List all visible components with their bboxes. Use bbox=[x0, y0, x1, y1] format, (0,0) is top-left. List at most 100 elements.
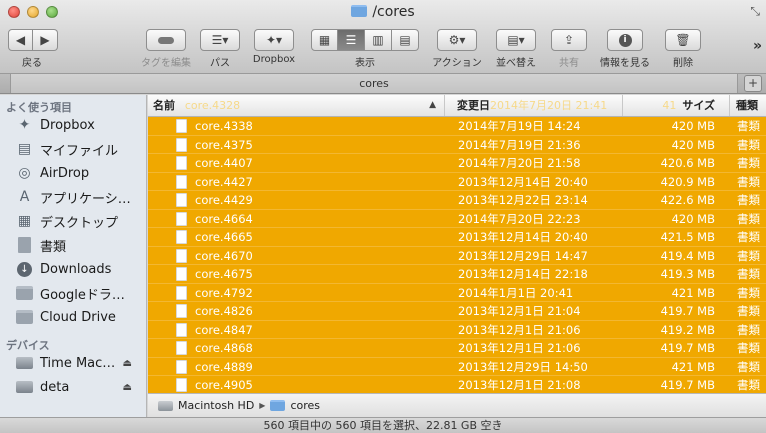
tag-icon bbox=[158, 36, 174, 44]
table-row[interactable]: core.4665 2013年12月14日 20:40 421.5 MB 書類 bbox=[148, 228, 766, 247]
chevron-right-icon: ▶ bbox=[40, 33, 50, 47]
sidebar-item-documents[interactable]: 書類 bbox=[0, 233, 146, 257]
table-row[interactable]: core.4375 2014年7月19日 21:36 420 MB 書類 bbox=[148, 135, 766, 154]
get-info-label: 情報を見る bbox=[600, 58, 650, 69]
file-kind: 書類 bbox=[737, 322, 760, 337]
kind-column-header[interactable]: 種類 bbox=[730, 95, 766, 116]
path-list-icon: ☰▾ bbox=[211, 33, 229, 47]
table-row[interactable]: core.4847 2013年12月1日 21:06 419.2 MB 書類 bbox=[148, 320, 766, 339]
sidebar-item-dropbox[interactable]: ✦ Dropbox bbox=[0, 113, 146, 137]
edit-tags-button[interactable] bbox=[146, 29, 186, 51]
sidebar-item-downloads[interactable]: ↓ Downloads bbox=[0, 257, 146, 281]
sidebar-item-label: 書類 bbox=[40, 239, 67, 255]
fullscreen-icon[interactable]: ⤡ bbox=[750, 4, 760, 19]
sidebar-item-my-files[interactable]: ▤ マイファイル bbox=[0, 137, 146, 161]
table-row[interactable]: core.4407 2014年7月20日 21:58 420.6 MB 書類 bbox=[148, 154, 766, 173]
table-row[interactable]: core.4868 2013年12月1日 21:06 419.7 MB 書類 bbox=[148, 339, 766, 358]
edit-tags-label: タグを編集 bbox=[141, 58, 191, 69]
document-icon bbox=[176, 322, 187, 337]
sidebar-item-desktop[interactable]: ▦ デスクトップ bbox=[0, 209, 146, 233]
file-name: core.4664 bbox=[195, 211, 253, 226]
file-date: 2013年12月1日 21:08 bbox=[458, 378, 581, 392]
file-kind: 書類 bbox=[737, 248, 760, 263]
documents-icon bbox=[16, 237, 33, 254]
sidebar-item-cloud-drive[interactable]: Cloud Drive bbox=[0, 305, 146, 329]
table-row[interactable]: core.4675 2013年12月14日 22:18 419.3 MB 書類 bbox=[148, 265, 766, 284]
table-row[interactable]: core.4429 2013年12月22日 23:14 422.6 MB 書類 bbox=[148, 191, 766, 210]
file-kind: 書類 bbox=[737, 304, 760, 318]
columns-icon: ▥ bbox=[372, 33, 384, 47]
date-column-header[interactable]: 変更日2014年7月20日 21:41 bbox=[445, 95, 623, 116]
file-name: core.4675 bbox=[195, 267, 253, 281]
file-kind: 書類 bbox=[737, 193, 760, 207]
file-size: 421 MB bbox=[671, 359, 715, 374]
sidebar-item-applications[interactable]: A アプリケーシ… bbox=[0, 185, 146, 209]
file-size: 420.9 MB bbox=[660, 174, 715, 189]
document-icon bbox=[176, 248, 187, 263]
sidebar-item-label: AirDrop bbox=[40, 165, 90, 181]
column-view-button[interactable]: ▥ bbox=[365, 29, 392, 51]
table-row[interactable]: core.4664 2014年7月20日 22:23 420 MB 書類 bbox=[148, 209, 766, 228]
table-row[interactable]: core.4889 2013年12月29日 14:50 421 MB 書類 bbox=[148, 357, 766, 376]
gear-icon: ⚙▾ bbox=[448, 33, 466, 47]
document-icon bbox=[176, 230, 187, 244]
file-kind: 書類 bbox=[737, 341, 760, 355]
sidebar-item-deta[interactable]: deta ⏏ bbox=[0, 375, 146, 399]
back-button[interactable]: ◀ bbox=[8, 29, 33, 51]
tab-cores[interactable]: cores bbox=[10, 74, 738, 93]
drag-ghost-name: core.4328 bbox=[184, 99, 241, 112]
tab-bar: cores + bbox=[0, 74, 766, 94]
window-toolbar: /cores ⤡ ◀ ▶ 戻る タグを編集 ☰▾ パス ✦▾ Dropbox ▦… bbox=[0, 0, 766, 74]
applications-icon: A bbox=[19, 189, 30, 205]
disk-icon bbox=[16, 379, 33, 396]
file-name: core.4429 bbox=[195, 193, 253, 207]
table-row[interactable]: core.4670 2013年12月29日 14:47 419.4 MB 書類 bbox=[148, 246, 766, 265]
folder-icon bbox=[16, 285, 33, 302]
file-name: core.4670 bbox=[195, 248, 253, 263]
table-row[interactable]: core.4905 2013年12月1日 21:08 419.7 MB 書類 bbox=[148, 376, 766, 393]
get-info-button[interactable]: i bbox=[607, 29, 643, 51]
document-icon bbox=[176, 341, 187, 355]
name-column-header[interactable]: 名前 core.4328 ▲ bbox=[148, 95, 445, 116]
eject-icon[interactable]: ⏏ bbox=[123, 358, 132, 369]
arrange-group: ▤▾ 並べ替え bbox=[492, 29, 540, 69]
sidebar-item-time-machine[interactable]: Time Mac… ⏏ bbox=[0, 351, 146, 375]
dropbox-button[interactable]: ✦▾ bbox=[254, 29, 294, 51]
table-row[interactable]: core.4826 2013年12月1日 21:04 419.7 MB 書類 bbox=[148, 302, 766, 321]
forward-button[interactable]: ▶ bbox=[33, 29, 58, 51]
sidebar-item-label: アプリケーシ… bbox=[40, 191, 131, 207]
sidebar: よく使う項目 ✦ Dropbox ▤ マイファイル ◎ AirDrop A アプ… bbox=[0, 95, 147, 417]
document-icon bbox=[176, 119, 187, 133]
eject-icon[interactable]: ⏏ bbox=[123, 382, 132, 393]
share-group: ⇪ 共有 bbox=[549, 29, 589, 69]
file-kind: 書類 bbox=[737, 174, 760, 189]
table-row[interactable]: core.4338 2014年7月19日 14:24 420 MB 書類 bbox=[148, 117, 766, 136]
document-icon bbox=[176, 378, 187, 392]
path-folder[interactable]: cores bbox=[290, 399, 320, 412]
file-name: core.4889 bbox=[195, 359, 253, 374]
sidebar-item-airdrop[interactable]: ◎ AirDrop bbox=[0, 161, 146, 185]
toolbar-overflow-icon[interactable]: » bbox=[753, 38, 762, 54]
window-title-text: /cores bbox=[372, 4, 415, 20]
table-row[interactable]: core.4427 2013年12月14日 20:40 420.9 MB 書類 bbox=[148, 172, 766, 191]
file-date: 2014年7月19日 14:24 bbox=[458, 119, 581, 133]
list-view-button[interactable]: ☰ bbox=[338, 29, 365, 51]
file-name: core.4905 bbox=[195, 378, 253, 392]
arrange-button[interactable]: ▤▾ bbox=[496, 29, 536, 51]
path-group: ☰▾ パス bbox=[200, 29, 240, 69]
path-button[interactable]: ☰▾ bbox=[200, 29, 240, 51]
file-list: 名前 core.4328 ▲ 変更日2014年7月20日 21:41 41 サイズ… bbox=[148, 95, 766, 393]
share-button[interactable]: ⇪ bbox=[551, 29, 587, 51]
path-disk[interactable]: Macintosh HD bbox=[178, 399, 254, 412]
sidebar-item-google-drive[interactable]: Googleドラ… bbox=[0, 281, 146, 305]
table-row[interactable]: core.4792 2014年1月1日 20:41 421 MB 書類 bbox=[148, 283, 766, 302]
new-tab-button[interactable]: + bbox=[744, 75, 762, 92]
size-column-header[interactable]: 41 サイズ bbox=[623, 95, 730, 116]
action-label: アクション bbox=[432, 58, 482, 69]
icon-view-button[interactable]: ▦ bbox=[311, 29, 338, 51]
action-button[interactable]: ⚙▾ bbox=[437, 29, 477, 51]
file-date: 2013年12月14日 20:40 bbox=[458, 230, 588, 244]
delete-button[interactable]: 🗑 bbox=[665, 29, 701, 51]
file-date: 2013年12月22日 23:14 bbox=[458, 193, 588, 207]
coverflow-view-button[interactable]: ▤ bbox=[392, 29, 419, 51]
